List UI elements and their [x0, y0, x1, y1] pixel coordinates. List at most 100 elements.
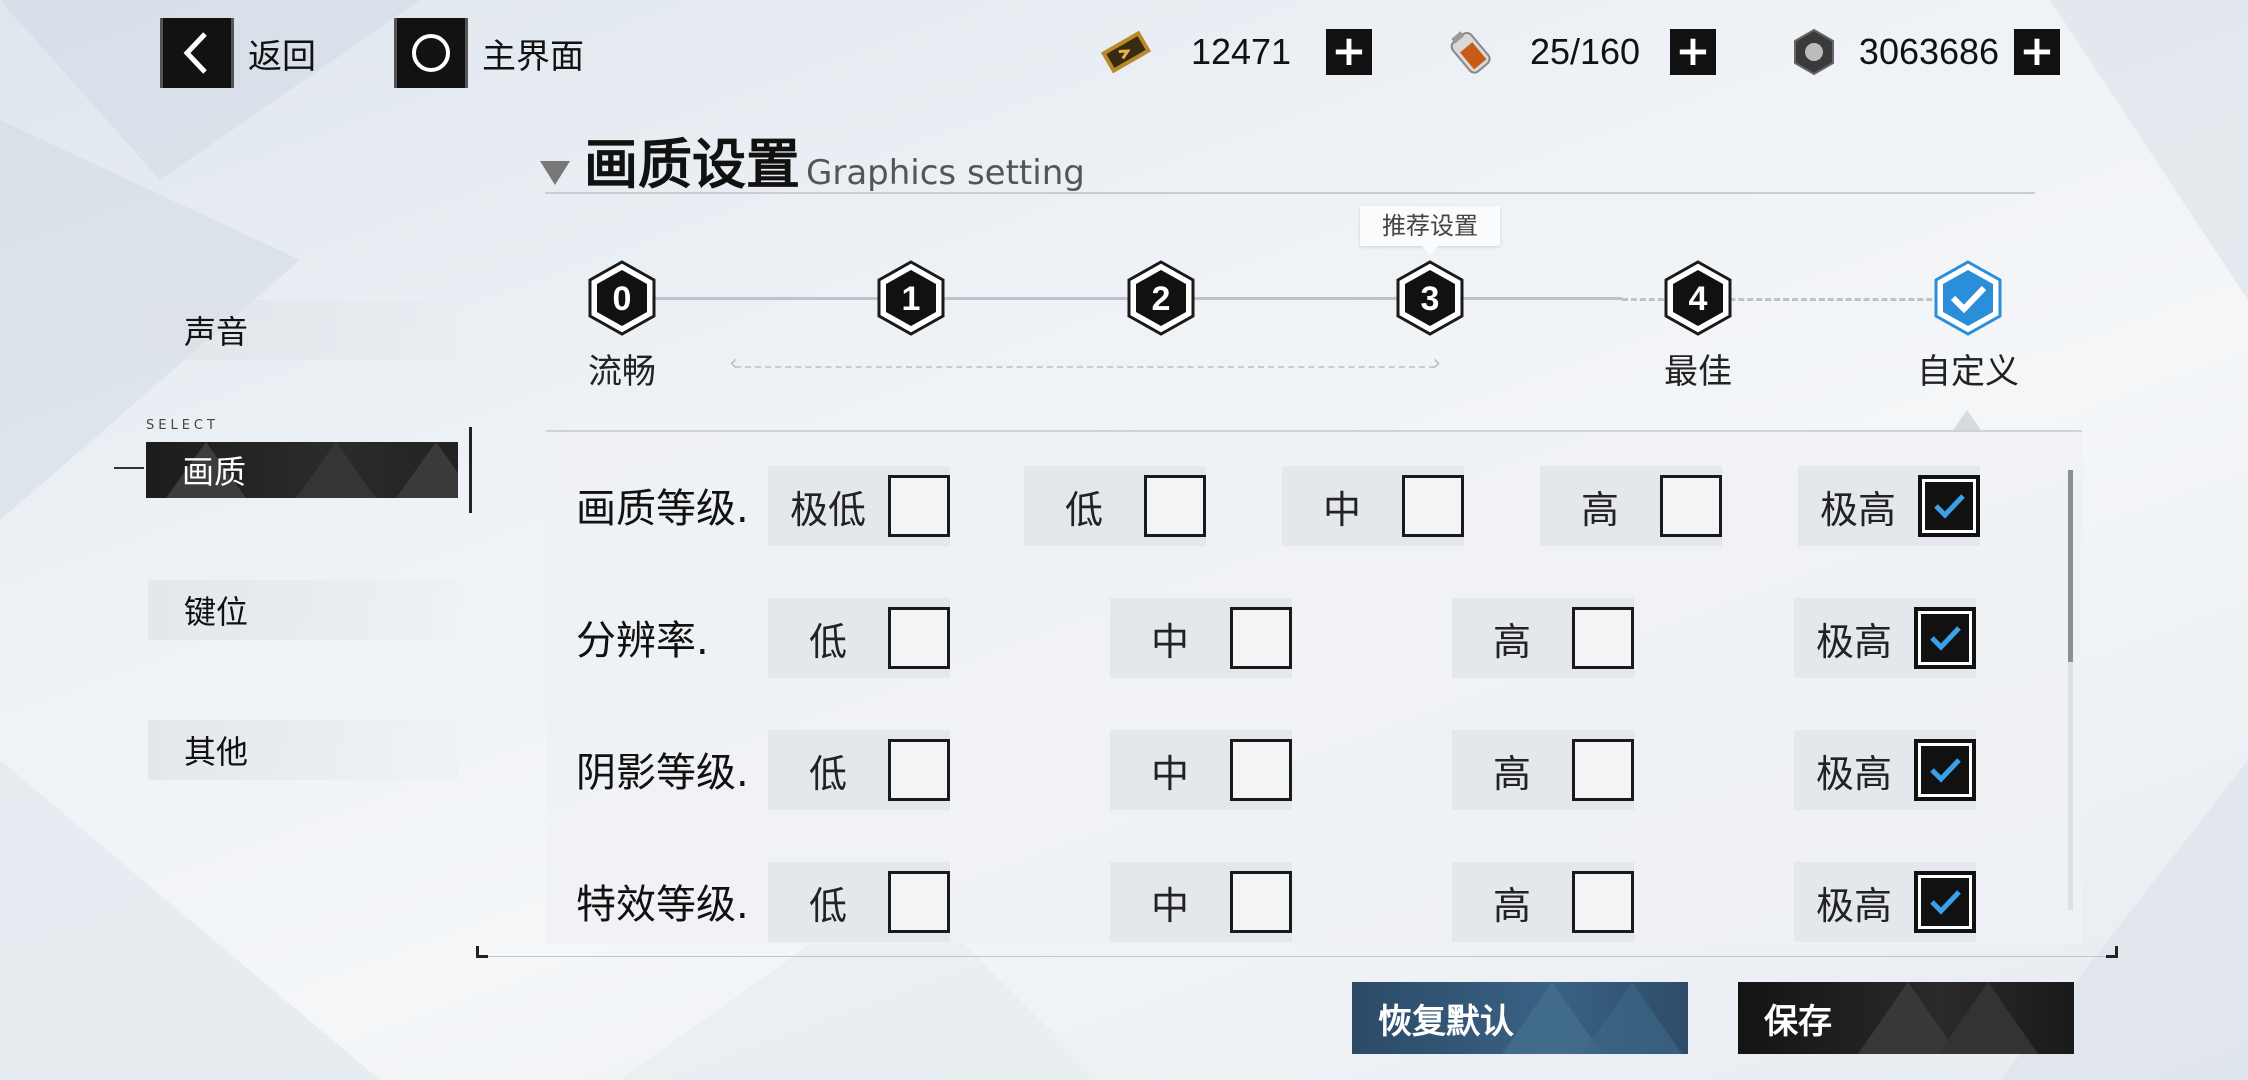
preset-label-smooth: 流畅 [588, 352, 656, 392]
back-button[interactable]: 返回 [160, 18, 316, 88]
scrollbar-thumb[interactable] [2068, 470, 2073, 662]
preset-0[interactable]: 0 [582, 258, 662, 338]
nav-bracket [460, 427, 472, 513]
select-tag: SELECT [146, 418, 219, 433]
setting-row-resolution: 分辨率. 低 中 高 极高 [546, 586, 2082, 686]
option-mid[interactable]: 中 [1110, 730, 1292, 810]
option-very-high[interactable]: 极高 [1794, 730, 1976, 810]
sidebar-item-graphics[interactable]: 画质 [146, 442, 458, 498]
checkbox[interactable] [888, 871, 950, 933]
setting-label: 分辨率. [576, 618, 709, 664]
option-label: 极高 [1815, 883, 1892, 928]
option-very-high[interactable]: 极高 [1798, 466, 1980, 546]
setting-label: 阴影等级. [576, 750, 749, 796]
selected-caret-icon [1953, 410, 1981, 430]
ticket-count: 12471 [1190, 31, 1292, 72]
check-icon [1934, 494, 1965, 519]
option-high[interactable]: 高 [1452, 598, 1634, 678]
settings-panel[interactable]: 画质等级. 极低 低 中 高 极高 分辨率. 低 中 高 极高 阴影等级. 低 … [546, 430, 2082, 944]
setting-row-shadow: 阴影等级. 低 中 高 极高 [546, 718, 2082, 818]
checkbox[interactable] [1230, 739, 1292, 801]
checkbox[interactable] [1402, 475, 1464, 537]
save-label: 保存 [1764, 1001, 1832, 1042]
preset-3[interactable]: 3 [1390, 258, 1470, 338]
option-label: 高 [1492, 883, 1531, 928]
ticket-icon [1096, 22, 1156, 82]
option-mid[interactable]: 中 [1110, 862, 1292, 942]
checkbox[interactable] [1572, 871, 1634, 933]
add-battery-button[interactable]: + [1670, 29, 1716, 75]
option-very-high[interactable]: 极高 [1794, 598, 1976, 678]
checkbox[interactable] [1230, 871, 1292, 933]
option-high[interactable]: 高 [1452, 730, 1634, 810]
recommended-tooltip: 推荐设置 [1360, 206, 1500, 256]
checkbox-checked[interactable] [1914, 871, 1976, 933]
option-label: 中 [1150, 883, 1189, 928]
option-high[interactable]: 高 [1540, 466, 1722, 546]
check-icon [1930, 890, 1961, 915]
checkbox-checked[interactable] [1914, 607, 1976, 669]
battery-icon [1440, 22, 1500, 82]
preset-custom[interactable] [1928, 258, 2008, 338]
checkbox[interactable] [1572, 739, 1634, 801]
sidebar-item-label: 键位 [184, 593, 249, 631]
add-parts-button[interactable]: + [2014, 29, 2060, 75]
option-mid[interactable]: 中 [1110, 598, 1292, 678]
option-label: 低 [808, 619, 847, 664]
checkbox[interactable] [1144, 475, 1206, 537]
resource-battery: 25/160 + [1440, 22, 1716, 82]
page-title: 画质设置 [584, 133, 800, 196]
preset-1[interactable]: 1 [871, 258, 951, 338]
sidebar-item-label: 声音 [184, 313, 249, 351]
option-very-high[interactable]: 极高 [1794, 862, 1976, 942]
option-label: 中 [1150, 751, 1189, 796]
option-low[interactable]: 低 [768, 730, 950, 810]
option-label: 低 [1064, 487, 1103, 532]
option-high[interactable]: 高 [1452, 862, 1634, 942]
option-label: 极低 [789, 487, 866, 532]
save-button[interactable]: 保存 [1738, 982, 2074, 1054]
setting-label: 特效等级. [576, 882, 749, 928]
option-mid[interactable]: 中 [1282, 466, 1464, 546]
setting-row-quality: 画质等级. 极低 低 中 高 极高 [546, 454, 2082, 554]
home-button[interactable]: 主界面 [394, 18, 584, 88]
preset-4[interactable]: 4 [1658, 258, 1738, 338]
option-low[interactable]: 低 [1024, 466, 1206, 546]
checkbox[interactable] [888, 607, 950, 669]
sidebar-item-other[interactable]: 其他 [148, 720, 458, 780]
option-low[interactable]: 低 [768, 862, 950, 942]
checkbox[interactable] [888, 739, 950, 801]
sidebar-item-sound[interactable]: 声音 [148, 300, 458, 360]
checkbox[interactable] [1230, 607, 1292, 669]
option-label: 高 [1580, 487, 1619, 532]
option-low[interactable]: 低 [768, 598, 950, 678]
section-header: 画质设置 Graphics setting [540, 120, 1085, 199]
slide-guide [729, 351, 1441, 376]
sidebar-item-keys[interactable]: 键位 [148, 580, 458, 640]
preset-2[interactable]: 2 [1121, 258, 1201, 338]
home-label: 主界面 [482, 36, 584, 77]
checkbox[interactable] [888, 475, 950, 537]
option-very-low[interactable]: 极低 [768, 466, 950, 546]
option-label: 高 [1492, 619, 1531, 664]
reset-default-button[interactable]: 恢复默认 [1352, 982, 1688, 1054]
setting-label: 画质等级. [576, 486, 749, 532]
checkbox-checked[interactable] [1918, 475, 1980, 537]
option-label: 高 [1492, 751, 1531, 796]
panel-corner [476, 946, 488, 958]
sidebar-item-label: 画质 [182, 453, 247, 491]
checkbox-checked[interactable] [1914, 739, 1976, 801]
add-ticket-button[interactable]: + [1326, 29, 1372, 75]
preset-label-best: 最佳 [1664, 352, 1732, 392]
nav-indicator-line [114, 467, 144, 469]
battery-count: 25/160 [1529, 31, 1641, 72]
parts-count: 3063686 [1858, 31, 2000, 72]
preset-label-custom: 自定义 [1917, 352, 2019, 392]
checkbox[interactable] [1572, 607, 1634, 669]
back-label: 返回 [248, 36, 316, 77]
checkbox[interactable] [1660, 475, 1722, 537]
panel-bottom-line [488, 956, 2106, 957]
panel-corner [2106, 946, 2118, 958]
option-label: 极高 [1815, 751, 1892, 796]
back-arrow-icon [160, 18, 234, 88]
